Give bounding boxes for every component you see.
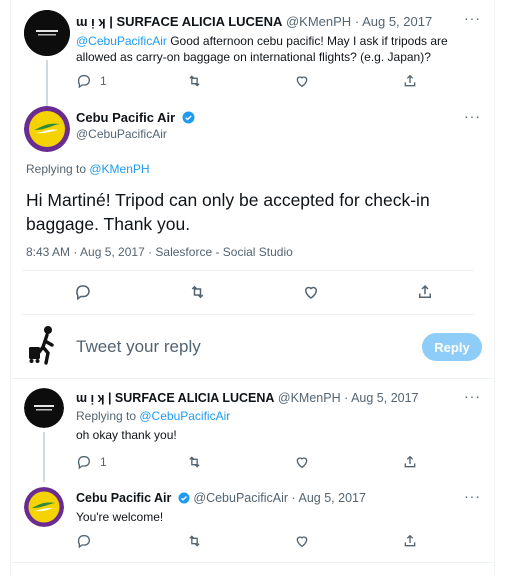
tweet1-share-button[interactable] <box>402 73 418 89</box>
like-icon <box>296 76 308 88</box>
reply2-more-icon[interactable]: ··· <box>464 488 481 504</box>
retweet-icon <box>189 75 200 87</box>
main-replying-prefix: Replying to <box>26 162 90 176</box>
reply-submit-button[interactable]: Reply <box>422 333 482 361</box>
main-tweet-header: Cebu Pacific Air <box>76 110 195 125</box>
reply2-retweet-button[interactable] <box>186 533 203 549</box>
reply2-display-name[interactable]: Cebu Pacific Air <box>76 491 171 505</box>
reply1-replying-to: Replying to @CebuPacificAir <box>76 409 230 423</box>
tweet1-handle[interactable]: @KMenPH <box>286 14 351 29</box>
divider <box>22 314 474 315</box>
reply1-sep: · <box>344 391 349 405</box>
tweet1-display-name[interactable]: ɯ ᴉ ʞ | SURFACE ALICIA LUCENA <box>76 14 282 29</box>
divider <box>10 378 495 379</box>
reply1-share-button[interactable] <box>402 454 418 470</box>
reply-icon <box>76 285 90 301</box>
reply1-reply-count: 1 <box>100 455 107 469</box>
thread-line <box>46 60 48 106</box>
reply1-text: oh okay thank you! <box>76 428 177 442</box>
retweet-icon <box>191 285 204 299</box>
reply2-reply-button[interactable] <box>76 533 92 549</box>
retweet-icon <box>189 535 200 547</box>
main-retweet-button[interactable] <box>188 283 207 301</box>
cebu-avatar[interactable] <box>24 106 70 152</box>
reply-icon <box>77 75 90 89</box>
reply-icon <box>77 456 90 470</box>
share-icon <box>419 284 431 298</box>
traveler-avatar-icon[interactable] <box>26 325 62 365</box>
tweet1-more-icon[interactable]: ··· <box>464 10 481 26</box>
reply1-date[interactable]: Aug 5, 2017 <box>351 391 418 405</box>
kmenph-avatar[interactable] <box>24 10 70 56</box>
reply2-header: Cebu Pacific Air @CebuPacificAir · Aug 5… <box>76 491 366 505</box>
verified-badge-icon <box>182 111 195 124</box>
tweet1-sep: · <box>354 14 360 29</box>
like-icon <box>296 457 308 469</box>
tweet1-header: ɯ ᴉ ʞ | SURFACE ALICIA LUCENA @KMenPH · … <box>76 14 432 29</box>
retweet-icon <box>189 456 200 468</box>
tweet1-retweet-button[interactable] <box>186 73 203 89</box>
share-icon <box>404 74 416 87</box>
tweet1-mention[interactable]: @CebuPacificAir <box>76 34 167 48</box>
main-tweet-text: Hi Martiné! Tripod can only be accepted … <box>26 188 430 236</box>
thread-line <box>43 432 45 482</box>
share-icon <box>404 534 416 547</box>
reply1-retweet-button[interactable] <box>186 454 203 470</box>
divider <box>22 270 474 271</box>
verified-badge-icon <box>178 492 190 504</box>
reply2-sep: · <box>291 491 296 505</box>
reply1-header: ɯ ᴉ ʞ | SURFACE ALICIA LUCENA @KMenPH · … <box>76 391 419 405</box>
cebu-avatar[interactable] <box>24 487 64 527</box>
main-tweet-meta[interactable]: 8:43 AM · Aug 5, 2017 · Salesforce - Soc… <box>26 245 293 259</box>
reply1-like-button[interactable] <box>294 454 310 470</box>
main-more-icon[interactable]: ··· <box>464 108 481 124</box>
main-share-button[interactable] <box>416 283 434 301</box>
main-handle[interactable]: @CebuPacificAir <box>76 127 167 141</box>
reply2-date[interactable]: Aug 5, 2017 <box>299 491 366 505</box>
reply-composer-input[interactable]: Tweet your reply <box>76 337 201 357</box>
reply1-reply-button[interactable]: 1 <box>76 454 107 470</box>
tweet1-text-a: Good afternoon cebu pacific! May I ask i… <box>166 34 448 48</box>
main-replying-link[interactable]: @KMenPH <box>89 162 149 176</box>
tweet1-text: @CebuPacificAir Good afternoon cebu paci… <box>76 33 448 65</box>
reply1-replying-prefix: Replying to <box>76 409 140 423</box>
divider <box>10 562 495 563</box>
reply1-more-icon[interactable]: ··· <box>464 388 481 404</box>
reply-icon <box>77 535 90 549</box>
main-like-button[interactable] <box>302 283 320 301</box>
tweet1-reply-count: 1 <box>100 74 107 88</box>
main-text-b: baggage. Thank you. <box>26 214 191 234</box>
tweet1-text-b: allowed as carry-on baggage on internati… <box>76 50 431 64</box>
main-display-name[interactable]: Cebu Pacific Air <box>76 110 175 125</box>
main-replying-to: Replying to @KMenPH <box>26 162 150 176</box>
tweet1-reply-button[interactable]: 1 <box>76 73 107 89</box>
reply2-handle[interactable]: @CebuPacificAir <box>193 491 288 505</box>
reply2-share-button[interactable] <box>402 533 418 549</box>
share-icon <box>404 455 416 468</box>
main-text-a: Hi Martiné! Tripod can only be accepted … <box>26 190 430 210</box>
reply2-text: You're welcome! <box>76 510 164 524</box>
main-reply-button[interactable] <box>74 283 92 301</box>
reply1-display-name[interactable]: ɯ ᴉ ʞ | SURFACE ALICIA LUCENA <box>76 391 274 405</box>
reply1-handle[interactable]: @KMenPH <box>278 391 341 405</box>
like-icon <box>296 536 308 548</box>
tweet1-like-button[interactable] <box>294 73 310 89</box>
reply2-like-button[interactable] <box>294 533 310 549</box>
kmenph-avatar[interactable] <box>24 388 64 428</box>
tweet1-date[interactable]: Aug 5, 2017 <box>362 14 432 29</box>
reply1-replying-link[interactable]: @CebuPacificAir <box>139 409 230 423</box>
like-icon <box>304 286 318 299</box>
